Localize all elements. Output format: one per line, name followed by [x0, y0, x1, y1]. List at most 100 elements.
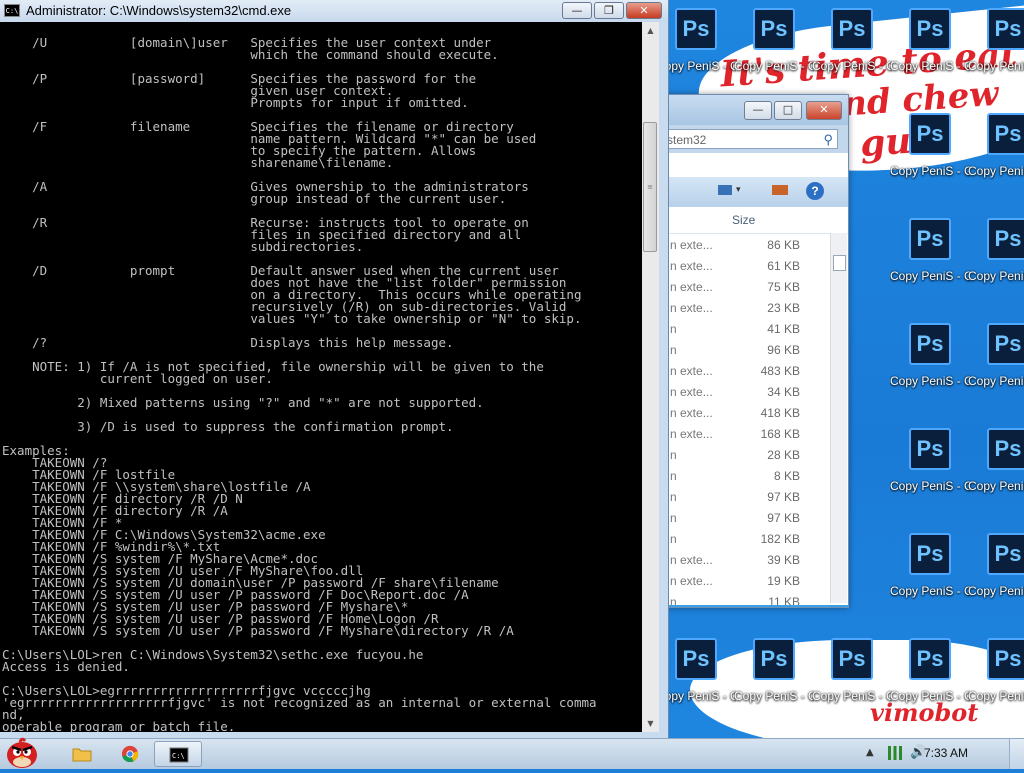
file-size: 97 KB [767, 511, 800, 525]
desktop-icon[interactable]: Ps Copy PeniS - Copy (33) [968, 8, 1024, 112]
file-size: 28 KB [767, 448, 800, 462]
file-size: 418 KB [760, 406, 800, 420]
file-type: n [670, 448, 677, 462]
desktop-icon[interactable]: Ps Copy PeniS - Copy (34) [968, 218, 1024, 322]
desktop-icon[interactable]: Ps Copy PeniS - Copy (36) [968, 638, 1024, 738]
close-button[interactable]: ✕ [806, 101, 842, 120]
desktop-icon-label: Copy PeniS - Copy (26) [812, 59, 892, 73]
taskbar-cmd-button[interactable]: C:\ [154, 741, 202, 767]
desktop-icon-label: Copy PeniS - Copy (33) [968, 59, 1024, 73]
desktop-icon-label: Copy PeniS - Copy (22) [734, 59, 814, 73]
chevron-down-icon[interactable]: ▾ [736, 185, 741, 195]
desktop-icon[interactable]: Ps Copy PeniS - Copy (33) [968, 113, 1024, 217]
cmd-titlebar[interactable]: C:\ Administrator: C:\Windows\system32\c… [0, 0, 668, 22]
desktop-icon[interactable]: Ps Copy PeniS - Copy (30) [890, 113, 970, 217]
cmd-window[interactable]: C:\ Administrator: C:\Windows\system32\c… [0, 0, 669, 738]
photoshop-file-icon: Ps [987, 428, 1024, 470]
photoshop-file-icon: Ps [753, 8, 795, 50]
file-type: n [670, 490, 677, 504]
clock[interactable]: 7:33 AM [924, 746, 968, 760]
scroll-up-arrow-icon[interactable]: ▲ [642, 22, 659, 39]
maximize-button[interactable]: □ [774, 101, 802, 120]
preview-pane-icon[interactable] [772, 185, 788, 195]
taskbar-explorer-button[interactable] [58, 741, 106, 767]
file-row[interactable]: n 97 KB [656, 487, 830, 508]
address-input[interactable]: stem32 ⚲ [662, 129, 838, 149]
minimize-button[interactable]: — [744, 101, 772, 120]
file-row[interactable]: n exte... 418 KB [656, 403, 830, 424]
desktop-icon[interactable]: Ps Copy PeniS - Copy (29) [812, 638, 892, 738]
file-size: 96 KB [767, 343, 800, 357]
desktop-icon-label: Copy PeniS - Copy (32) [890, 584, 970, 598]
desktop-icon[interactable]: Ps Copy PeniS - Copy (25) [734, 638, 814, 738]
file-row[interactable]: n exte... 483 KB [656, 361, 830, 382]
scroll-thumb[interactable] [833, 255, 846, 271]
window-title: Administrator: C:\Windows\system32\cmd.e… [26, 3, 292, 18]
desktop[interactable]: It's time to eat shit and chew gum vimob… [0, 0, 1024, 738]
show-desktop-button[interactable] [1009, 739, 1024, 769]
file-type: n [670, 532, 677, 546]
scroll-thumb[interactable]: ≡ [643, 122, 657, 252]
desktop-icon-label: Copy PeniS - Copy (33) [968, 164, 1024, 178]
photoshop-file-icon: Ps [909, 638, 951, 680]
photoshop-file-icon: Ps [675, 8, 717, 50]
desktop-icon[interactable]: Ps Copy PeniS - Copy (34) [968, 323, 1024, 427]
photoshop-file-icon: Ps [987, 8, 1024, 50]
photoshop-file-icon: Ps [909, 533, 951, 575]
file-size: 8 KB [773, 469, 800, 483]
desktop-icon-label: Copy PeniS - Copy (32) [890, 689, 970, 703]
file-row[interactable]: n exte... 23 KB [656, 298, 830, 319]
desktop-icon-label: Copy PeniS - Copy (31) [890, 374, 970, 388]
network-icon[interactable] [888, 746, 902, 760]
minimize-button[interactable]: — [562, 2, 592, 19]
desktop-icon[interactable]: Ps Copy PeniS - Copy (35) [968, 428, 1024, 532]
file-row[interactable]: n 8 KB [656, 466, 830, 487]
address-text: stem32 [667, 133, 707, 147]
file-row[interactable]: n exte... 86 KB [656, 235, 830, 256]
desktop-icon[interactable]: Ps Copy PeniS - Copy (32) [890, 638, 970, 738]
file-row[interactable]: n exte... 39 KB [656, 550, 830, 571]
explorer-scrollbar[interactable] [830, 233, 847, 603]
explorer-titlebar[interactable]: — □ ✕ [656, 95, 848, 125]
file-row[interactable]: n exte... 168 KB [656, 424, 830, 445]
file-row[interactable]: n exte... 61 KB [656, 256, 830, 277]
show-hidden-icons-icon[interactable]: ▲ [866, 747, 874, 758]
svg-text:C:\: C:\ [172, 752, 185, 760]
console-output[interactable]: /U [domain\]user Specifies the user cont… [0, 22, 642, 732]
console-scrollbar[interactable]: ▲ ≡ ▼ [642, 22, 659, 732]
cmd-icon: C:\ [4, 4, 20, 17]
desktop-icon[interactable]: Ps Copy PeniS - Copy (32) [890, 533, 970, 637]
desktop-icon[interactable]: Ps Copy PeniS - Copy (29) [890, 8, 970, 112]
start-button[interactable] [2, 735, 42, 769]
file-row[interactable]: n 182 KB [656, 529, 830, 550]
preview-image [656, 605, 848, 607]
search-icon[interactable]: ⚲ [823, 130, 833, 150]
file-type: n exte... [670, 259, 713, 273]
scroll-down-arrow-icon[interactable]: ▼ [642, 715, 659, 732]
file-size: 39 KB [767, 553, 800, 567]
desktop-icon[interactable]: Ps Copy PeniS - Copy (31) [890, 323, 970, 427]
file-row[interactable]: n 41 KB [656, 319, 830, 340]
file-row[interactable]: n 28 KB [656, 445, 830, 466]
file-row[interactable]: n exte... 34 KB [656, 382, 830, 403]
desktop-icon-label: Copy PeniS - Copy (35) [968, 479, 1024, 493]
file-type: n [670, 511, 677, 525]
desktop-icon-label: Copy PeniS - Copy (34) [968, 269, 1024, 283]
column-size[interactable]: Size [732, 213, 755, 227]
desktop-icon[interactable]: Ps Copy PeniS - Copy (31) [890, 428, 970, 532]
file-row[interactable]: n 96 KB [656, 340, 830, 361]
maximize-button[interactable]: ❐ [594, 2, 624, 19]
file-row[interactable]: n exte... 19 KB [656, 571, 830, 592]
desktop-icon[interactable]: Ps Copy PeniS - Copy (35) [968, 533, 1024, 637]
view-icon[interactable] [718, 185, 732, 195]
help-icon[interactable]: ? [806, 182, 824, 200]
file-row[interactable]: n 97 KB [656, 508, 830, 529]
desktop-icon[interactable]: Ps Copy PeniS - Copy (30) [890, 218, 970, 322]
file-type: n [670, 469, 677, 483]
angry-bird-icon [7, 737, 37, 768]
explorer-window[interactable]: — □ ✕ stem32 ⚲ ▾ ? Size n exte... 86 KB n … [655, 94, 849, 608]
file-row[interactable]: n exte... 75 KB [656, 277, 830, 298]
taskbar-chrome-button[interactable] [106, 741, 154, 767]
close-button[interactable]: ✕ [626, 2, 662, 19]
photoshop-file-icon: Ps [909, 218, 951, 260]
